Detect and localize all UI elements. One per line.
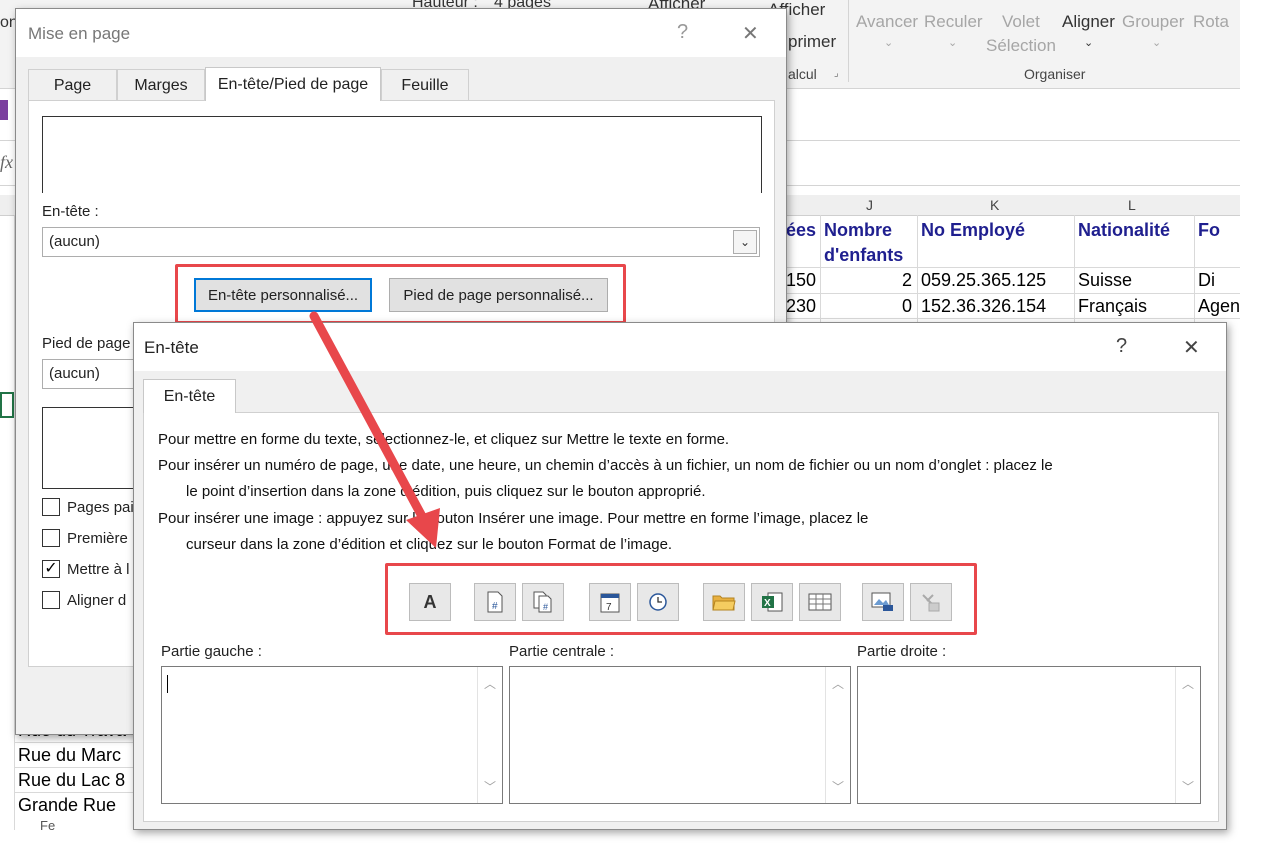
annotation-arrow: [309, 311, 440, 548]
tab-entete[interactable]: En-tête: [143, 379, 236, 413]
tab-entete-pied[interactable]: En-tête/Pied de page: [205, 67, 381, 101]
